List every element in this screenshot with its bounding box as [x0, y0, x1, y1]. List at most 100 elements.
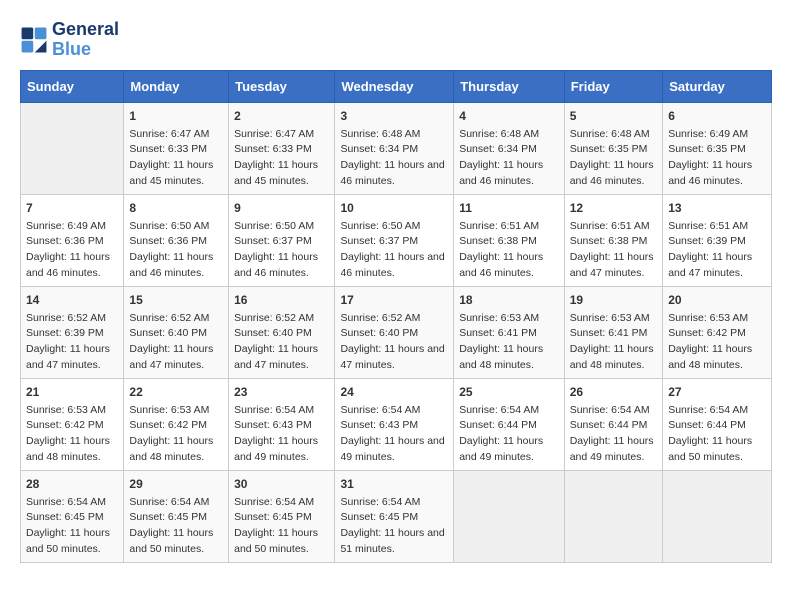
- day-info-line: Daylight: 11 hours and 46 minutes.: [570, 158, 658, 190]
- header-cell-monday: Monday: [124, 70, 229, 102]
- day-info-line: Sunrise: 6:54 AM: [340, 495, 448, 511]
- day-info-line: Daylight: 11 hours and 47 minutes.: [26, 342, 118, 374]
- day-info-line: Sunset: 6:38 PM: [570, 234, 658, 250]
- day-info-line: Sunset: 6:44 PM: [459, 418, 558, 434]
- day-info-line: Sunset: 6:44 PM: [570, 418, 658, 434]
- day-cell: 21Sunrise: 6:53 AMSunset: 6:42 PMDayligh…: [21, 378, 124, 470]
- day-cell: 4Sunrise: 6:48 AMSunset: 6:34 PMDaylight…: [454, 102, 564, 194]
- day-number: 13: [668, 199, 766, 217]
- day-info-line: Sunrise: 6:48 AM: [459, 127, 558, 143]
- day-info-line: Sunset: 6:36 PM: [26, 234, 118, 250]
- day-info-line: Daylight: 11 hours and 45 minutes.: [234, 158, 329, 190]
- header-cell-tuesday: Tuesday: [229, 70, 335, 102]
- day-info-line: Sunrise: 6:53 AM: [129, 403, 223, 419]
- day-number: 20: [668, 291, 766, 309]
- day-cell: [21, 102, 124, 194]
- day-info-line: Sunrise: 6:54 AM: [340, 403, 448, 419]
- day-info-line: Sunset: 6:35 PM: [668, 142, 766, 158]
- day-info-line: Daylight: 11 hours and 48 minutes.: [570, 342, 658, 374]
- week-row-1: 1Sunrise: 6:47 AMSunset: 6:33 PMDaylight…: [21, 102, 772, 194]
- day-info-line: Daylight: 11 hours and 46 minutes.: [668, 158, 766, 190]
- day-number: 25: [459, 383, 558, 401]
- day-number: 3: [340, 107, 448, 125]
- day-info-line: Daylight: 11 hours and 50 minutes.: [668, 434, 766, 466]
- day-info-line: Sunset: 6:45 PM: [26, 510, 118, 526]
- day-info-line: Daylight: 11 hours and 45 minutes.: [129, 158, 223, 190]
- day-cell: 6Sunrise: 6:49 AMSunset: 6:35 PMDaylight…: [663, 102, 772, 194]
- header-cell-saturday: Saturday: [663, 70, 772, 102]
- day-info-line: Sunset: 6:34 PM: [459, 142, 558, 158]
- day-info-line: Sunrise: 6:48 AM: [340, 127, 448, 143]
- header-cell-sunday: Sunday: [21, 70, 124, 102]
- logo-text-blue: Blue: [52, 40, 119, 60]
- day-info-line: Daylight: 11 hours and 46 minutes.: [129, 250, 223, 282]
- day-cell: 8Sunrise: 6:50 AMSunset: 6:36 PMDaylight…: [124, 194, 229, 286]
- day-info-line: Daylight: 11 hours and 49 minutes.: [340, 434, 448, 466]
- day-number: 15: [129, 291, 223, 309]
- day-info-line: Sunset: 6:33 PM: [129, 142, 223, 158]
- day-number: 10: [340, 199, 448, 217]
- day-info-line: Daylight: 11 hours and 51 minutes.: [340, 526, 448, 558]
- day-info-line: Daylight: 11 hours and 48 minutes.: [668, 342, 766, 374]
- day-cell: 10 Sunrise: 6:50 AMSunset: 6:37 PMDayligh…: [335, 194, 454, 286]
- day-info-line: Sunrise: 6:54 AM: [26, 495, 118, 511]
- day-info-line: Daylight: 11 hours and 50 minutes.: [129, 526, 223, 558]
- day-info-line: Sunrise: 6:54 AM: [570, 403, 658, 419]
- day-info-line: Sunrise: 6:50 AM: [129, 219, 223, 235]
- day-info-line: Sunset: 6:42 PM: [129, 418, 223, 434]
- day-info-line: Sunset: 6:43 PM: [234, 418, 329, 434]
- day-info-line: Daylight: 11 hours and 48 minutes.: [459, 342, 558, 374]
- day-info-line: Sunset: 6:39 PM: [668, 234, 766, 250]
- day-number: 18: [459, 291, 558, 309]
- day-number: 6: [668, 107, 766, 125]
- day-info-line: Sunset: 6:45 PM: [234, 510, 329, 526]
- day-info-line: Sunset: 6:44 PM: [668, 418, 766, 434]
- week-row-4: 21Sunrise: 6:53 AMSunset: 6:42 PMDayligh…: [21, 378, 772, 470]
- day-info-line: Sunrise: 6:54 AM: [129, 495, 223, 511]
- day-info-line: Sunset: 6:40 PM: [234, 326, 329, 342]
- day-cell: [663, 470, 772, 562]
- day-number: 12: [570, 199, 658, 217]
- day-info-line: Daylight: 11 hours and 47 minutes.: [234, 342, 329, 374]
- day-number: 31: [340, 475, 448, 493]
- day-number: 27: [668, 383, 766, 401]
- day-cell: 12Sunrise: 6:51 AMSunset: 6:38 PMDayligh…: [564, 194, 663, 286]
- day-number: 23: [234, 383, 329, 401]
- day-number: 2: [234, 107, 329, 125]
- day-info-line: Sunset: 6:37 PM: [234, 234, 329, 250]
- day-cell: 28Sunrise: 6:54 AMSunset: 6:45 PMDayligh…: [21, 470, 124, 562]
- day-info-line: Sunset: 6:34 PM: [340, 142, 448, 158]
- day-cell: 29Sunrise: 6:54 AMSunset: 6:45 PMDayligh…: [124, 470, 229, 562]
- day-cell: 20Sunrise: 6:53 AMSunset: 6:42 PMDayligh…: [663, 286, 772, 378]
- day-info-line: Sunrise: 6:52 AM: [340, 311, 448, 327]
- day-info-line: Sunset: 6:42 PM: [668, 326, 766, 342]
- calendar-table: SundayMondayTuesdayWednesdayThursdayFrid…: [20, 70, 772, 563]
- day-number: 5: [570, 107, 658, 125]
- day-cell: 18Sunrise: 6:53 AMSunset: 6:41 PMDayligh…: [454, 286, 564, 378]
- day-info-line: Sunset: 6:43 PM: [340, 418, 448, 434]
- day-cell: 5Sunrise: 6:48 AMSunset: 6:35 PMDaylight…: [564, 102, 663, 194]
- header-cell-thursday: Thursday: [454, 70, 564, 102]
- day-number: 28: [26, 475, 118, 493]
- day-info-line: Sunrise: 6:54 AM: [459, 403, 558, 419]
- day-info-line: Daylight: 11 hours and 46 minutes.: [459, 158, 558, 190]
- day-cell: 31Sunrise: 6:54 AMSunset: 6:45 PMDayligh…: [335, 470, 454, 562]
- day-info-line: Sunrise: 6:50 AM: [340, 219, 448, 235]
- day-cell: 9Sunrise: 6:50 AMSunset: 6:37 PMDaylight…: [229, 194, 335, 286]
- day-cell: 3Sunrise: 6:48 AMSunset: 6:34 PMDaylight…: [335, 102, 454, 194]
- day-info-line: Sunset: 6:35 PM: [570, 142, 658, 158]
- day-info-line: Sunrise: 6:54 AM: [234, 495, 329, 511]
- day-info-line: Daylight: 11 hours and 46 minutes.: [234, 250, 329, 282]
- day-info-line: Sunset: 6:33 PM: [234, 142, 329, 158]
- day-info-line: Sunrise: 6:47 AM: [129, 127, 223, 143]
- day-info-line: Sunset: 6:40 PM: [129, 326, 223, 342]
- day-number: 30: [234, 475, 329, 493]
- day-info-line: Daylight: 11 hours and 48 minutes.: [129, 434, 223, 466]
- day-number: 26: [570, 383, 658, 401]
- day-cell: 27Sunrise: 6:54 AMSunset: 6:44 PMDayligh…: [663, 378, 772, 470]
- day-info-line: Daylight: 11 hours and 46 minutes.: [340, 250, 448, 282]
- day-number: 21: [26, 383, 118, 401]
- day-info-line: Sunset: 6:37 PM: [340, 234, 448, 250]
- day-info-line: Daylight: 11 hours and 47 minutes.: [340, 342, 448, 374]
- day-info-line: Sunrise: 6:53 AM: [459, 311, 558, 327]
